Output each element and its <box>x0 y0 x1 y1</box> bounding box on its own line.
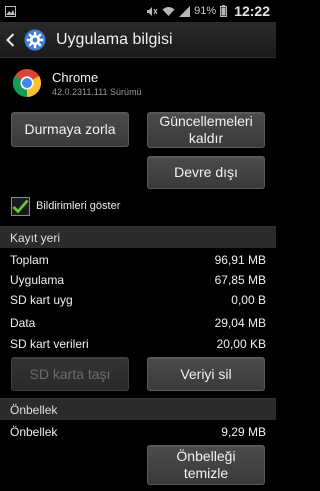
title-bar: Uygulama bilgisi <box>0 22 276 58</box>
settings-gear-icon[interactable] <box>22 27 48 53</box>
storage-label: Data <box>10 316 36 330</box>
storage-row-total: Toplam 96,91 MB <box>0 250 276 270</box>
storage-value: 20,00 KB <box>216 337 266 351</box>
storage-label: Toplam <box>10 253 49 267</box>
storage-value: 96,91 MB <box>214 253 266 267</box>
storage-label: SD kart uyg <box>10 293 73 307</box>
storage-row-app: Uygulama 67,85 MB <box>0 270 276 290</box>
move-to-sd-button: SD karta taşı <box>11 357 129 391</box>
storage-value: 67,85 MB <box>214 273 266 287</box>
checkmark-icon <box>12 199 29 214</box>
storage-row-data: Data 29,04 MB <box>0 313 276 333</box>
cache-value: 9,29 MB <box>221 425 266 439</box>
app-version: 42.0.2311.111 Sürümü <box>52 86 142 97</box>
cache-label: Önbellek <box>10 425 58 439</box>
uninstall-updates-button[interactable]: Güncellemeleri kaldır <box>147 112 265 148</box>
chrome-icon <box>12 68 42 98</box>
battery-percent: 91% <box>194 5 217 17</box>
back-icon[interactable] <box>6 32 20 47</box>
cache-row: Önbellek 9,29 MB <box>0 422 276 442</box>
storage-value: 29,04 MB <box>214 316 266 330</box>
show-notifications-checkbox[interactable] <box>11 196 30 216</box>
signal-icon <box>179 5 191 17</box>
battery-icon <box>220 5 228 17</box>
storage-row-sd-app: SD kart uyg 0,00 B <box>0 290 276 310</box>
clock: 12:22 <box>234 3 270 19</box>
show-notifications-label: Bildirimleri göster <box>36 200 121 212</box>
storage-value: 0,00 B <box>231 293 266 307</box>
storage-section-header: Kayıt yeri <box>0 226 276 248</box>
cache-section-header: Önbellek <box>0 398 276 420</box>
force-stop-button[interactable]: Durmaya zorla <box>11 112 129 147</box>
app-name: Chrome <box>52 69 99 85</box>
wifi-icon <box>162 6 175 17</box>
storage-label: Uygulama <box>10 273 65 287</box>
storage-label: SD kart verileri <box>10 337 89 351</box>
disable-button[interactable]: Devre dışı <box>147 156 265 189</box>
image-icon <box>5 5 16 17</box>
clear-data-button[interactable]: Veriyi sil <box>147 357 265 391</box>
page-title: Uygulama bilgisi <box>56 30 173 48</box>
mute-icon <box>146 6 158 17</box>
clear-cache-button[interactable]: Önbelleği temizle <box>147 445 265 485</box>
app-header: Chrome 42.0.2311.111 Sürümü <box>0 58 276 108</box>
status-bar: 91% 12:22 <box>0 0 276 22</box>
show-notifications-row[interactable]: Bildirimleri göster <box>11 196 120 216</box>
storage-row-sd-data: SD kart verileri 20,00 KB <box>0 334 276 354</box>
